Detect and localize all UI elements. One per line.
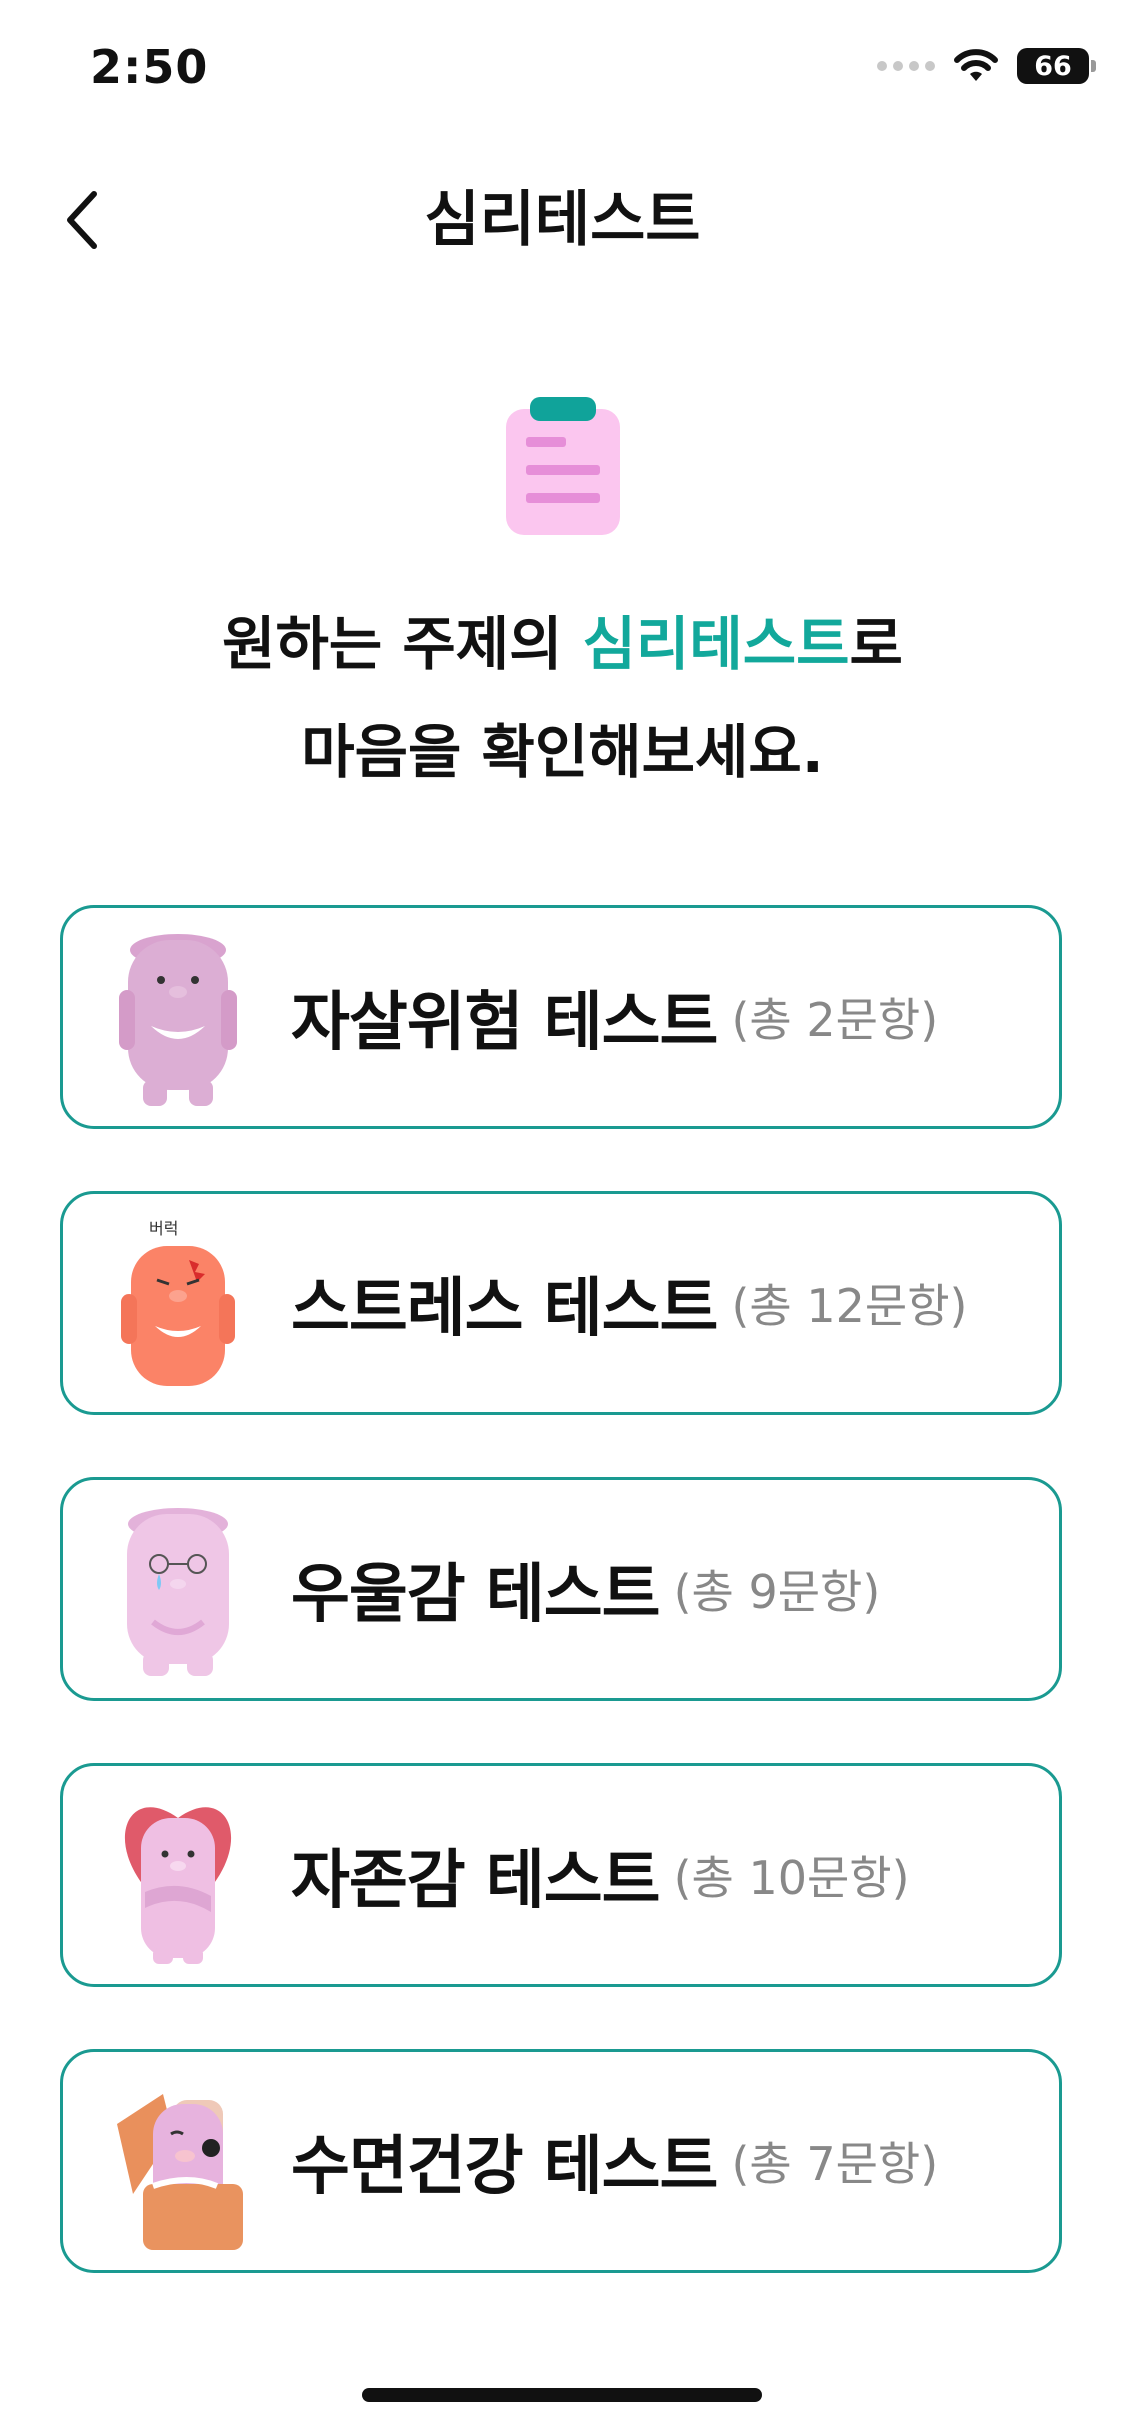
question-count: (총 12문항) [731,1279,968,1333]
question-count: (총 10문항) [673,1851,910,1905]
question-count: (총 9문항) [673,1565,881,1619]
clipboard-icon [506,397,620,535]
pink-bear-character-icon [119,934,237,1106]
angry-bear-character-icon: 버럭 [121,1219,235,1386]
test-card-stress[interactable]: 버럭 스트레스 테스트 (총 12문항) [60,1191,1062,1415]
status-time: 2:50 [90,40,209,94]
headline-line-2: 마음을 확인해보세요. [301,718,824,786]
heart-bear-character-icon [124,1807,232,1964]
test-title: 자존감 테스트 [291,1844,661,1918]
cellular-signal-icon [877,61,935,71]
test-title: 자살위험 테스트 [291,986,718,1060]
test-card-suicide-risk[interactable]: 자살위험 테스트 (총 2문항) [60,905,1062,1129]
test-card-depression[interactable]: 우울감 테스트 (총 9문항) [60,1477,1062,1701]
status-indicators: 66 [877,48,1096,84]
test-card-self-esteem[interactable]: 자존감 테스트 (총 10문항) [60,1763,1062,1987]
question-count: (총 2문항) [731,993,939,1047]
test-title: 수면건강 테스트 [291,2130,718,2204]
wifi-icon [954,49,998,81]
home-indicator[interactable] [362,2388,762,2402]
battery-indicator: 66 [1017,48,1096,84]
question-count: (총 7문항) [731,2137,939,2191]
page-title: 심리테스트 [424,185,701,255]
headline-accent: 심리테스트 [582,610,850,678]
test-title: 스트레스 테스트 [291,1272,718,1346]
crying-bear-character-icon [127,1508,229,1676]
character-caption: 버럭 [149,1219,178,1238]
status-bar: 2:50 66 [0,0,1125,140]
headline-line-1: 원하는 주제의 심리테스트로 [222,610,903,678]
navigation-header: 심리테스트 [0,170,1125,270]
test-title: 우울감 테스트 [291,1558,661,1632]
test-card-sleep-health[interactable]: 수면건강 테스트 (총 7문항) [60,2049,1062,2273]
headline: 원하는 주제의 심리테스트로 마음을 확인해보세요. [0,590,1125,806]
sleeping-bear-character-icon [117,2094,243,2250]
